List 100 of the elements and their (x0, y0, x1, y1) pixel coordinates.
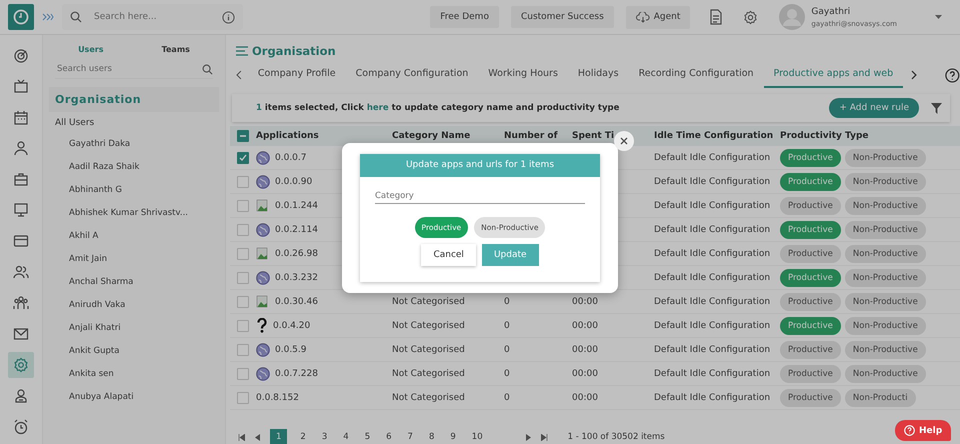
search-box[interactable]: Search users (55, 60, 213, 79)
user-item[interactable]: Gayathri Daka (49, 133, 219, 156)
type-toggle[interactable]: Productive (780, 292, 841, 310)
row-checkbox[interactable] (237, 200, 249, 212)
broken-image-icon (256, 198, 270, 212)
type-toggle[interactable]: Non-Productive (844, 244, 926, 262)
application-name: 0.0.2.114 (275, 224, 318, 234)
dialog-title: Update apps and urls for 1 items (360, 154, 600, 177)
type-toggle[interactable]: Non-Productive (844, 268, 926, 286)
prev-page-icon[interactable] (255, 434, 260, 440)
row-checkbox[interactable] (237, 344, 249, 356)
info-icon[interactable] (222, 10, 235, 24)
idle-config-cell: Default Idle Configuration (654, 176, 770, 186)
page-title: Organisation (252, 44, 336, 58)
panel-tab[interactable]: Teams (162, 45, 190, 54)
type-toggle[interactable]: Non-Productive (844, 172, 926, 190)
gear-icon[interactable] (8, 352, 34, 378)
spent-time-cell: 00:00 (572, 320, 598, 330)
type-toggle[interactable]: Productive (780, 196, 841, 214)
type-toggle[interactable]: Non-Productive (844, 364, 926, 382)
spent-time-cell: 00:00 (572, 368, 598, 378)
organisation-heading[interactable]: Organisation (49, 87, 219, 112)
logo-icon[interactable] (8, 4, 34, 30)
row-checkbox[interactable] (237, 296, 249, 308)
last-page-icon[interactable] (540, 434, 548, 440)
type-toggle[interactable]: Non-Productive (844, 292, 926, 310)
idle-config-cell: Default Idle Configuration (654, 296, 770, 306)
type-toggle[interactable]: Non-Productive (844, 220, 926, 238)
category-field[interactable]: Category (375, 189, 585, 204)
select-all-checkbox[interactable] (237, 130, 249, 142)
tab[interactable]: Holidays (568, 62, 629, 88)
help-button[interactable]: Help (895, 420, 952, 441)
tab[interactable]: Recording Configuration (628, 62, 764, 88)
row-checkbox[interactable] (237, 248, 249, 260)
row-checkbox[interactable] (237, 320, 249, 332)
idle-config-cell: Default Idle Configuration (654, 320, 770, 330)
type-toggle[interactable]: Non-Productive (844, 340, 926, 358)
search-field[interactable]: Search here... (92, 11, 212, 23)
menu-icon[interactable] (236, 45, 248, 57)
first-page-icon[interactable] (238, 434, 245, 440)
filter-icon[interactable] (931, 102, 942, 114)
here-link[interactable]: here (366, 103, 389, 113)
type-toggle[interactable]: Productive (780, 340, 841, 358)
help-icon[interactable] (945, 68, 960, 82)
settings-icon[interactable] (743, 10, 758, 24)
row-checkbox[interactable] (237, 152, 249, 164)
row-checkbox[interactable] (237, 224, 249, 236)
tab[interactable]: Company Profile (248, 62, 346, 88)
page-number[interactable]: 4 (340, 430, 352, 444)
user-item[interactable]: Ankit Gupta (49, 340, 219, 363)
page-number[interactable]: 1 (270, 429, 288, 444)
page-number[interactable]: 9 (447, 430, 459, 444)
user-item[interactable]: Ankita sen (49, 363, 219, 386)
count-cell: 0 (504, 320, 510, 330)
type-toggle[interactable]: Productive (780, 388, 841, 406)
tab[interactable]: Productive apps and web (764, 62, 904, 88)
tab[interactable]: Company Configuration (346, 62, 478, 88)
user-item[interactable]: Anjali Khatri (49, 317, 219, 340)
next-page-icon[interactable] (526, 434, 531, 440)
user-item[interactable]: Abhishek Kumar Shrivastv... (49, 202, 219, 225)
tab[interactable]: Working Hours (478, 62, 568, 88)
close-button[interactable] (614, 131, 634, 151)
row-checkbox[interactable] (237, 272, 249, 284)
type-toggle[interactable]: Productive (780, 244, 841, 262)
panel-tab[interactable]: Users (78, 45, 104, 54)
page-number[interactable]: 8 (426, 430, 438, 444)
document-icon[interactable] (709, 9, 724, 25)
type-toggle[interactable]: Non-Producti (844, 388, 916, 406)
user-item[interactable]: Anubya Alapati (49, 386, 219, 409)
user-item[interactable]: Akhil A (49, 225, 219, 248)
user-item[interactable]: Aadil Raza Shaik (49, 156, 219, 179)
type-toggle[interactable]: Non-Productive (844, 196, 926, 214)
type-toggle[interactable]: Non-Productive (844, 316, 926, 334)
user-item[interactable]: Amit Jain (49, 248, 219, 271)
page-number[interactable]: 10 (468, 430, 486, 444)
search-field[interactable]: Search users (55, 63, 202, 75)
user-item[interactable]: Abhinanth G (49, 179, 219, 202)
page-number[interactable]: 7 (404, 430, 416, 444)
page-number[interactable]: 6 (383, 430, 395, 444)
user-item[interactable]: Anirudh Vaka (49, 294, 219, 317)
header-button[interactable]: Free Demo (430, 6, 499, 28)
row-checkbox[interactable] (237, 392, 249, 404)
agent-button[interactable]: Agent (626, 6, 690, 28)
search-box[interactable]: Search here... (62, 4, 243, 30)
column-header: Applications (256, 131, 320, 141)
type-toggle[interactable]: Non-Productive (844, 148, 926, 166)
chevron-right-icon[interactable] (911, 70, 918, 80)
all-users-item[interactable]: All Users (49, 112, 219, 133)
chevron-left-icon[interactable] (236, 70, 242, 80)
row-checkbox[interactable] (237, 176, 249, 188)
header-button[interactable]: Customer Success (510, 6, 614, 28)
type-toggle[interactable]: Productive (780, 364, 841, 382)
page-number[interactable]: 5 (362, 430, 374, 444)
user-item[interactable]: Anchal Sharma (49, 271, 219, 294)
page-number[interactable]: 2 (297, 430, 309, 444)
caret-icon[interactable] (935, 15, 942, 19)
add-rule-button[interactable]: + Add new rule (829, 98, 919, 118)
cancel-button[interactable]: Cancel (421, 244, 476, 266)
page-number[interactable]: 3 (318, 430, 330, 444)
row-checkbox[interactable] (237, 368, 249, 380)
